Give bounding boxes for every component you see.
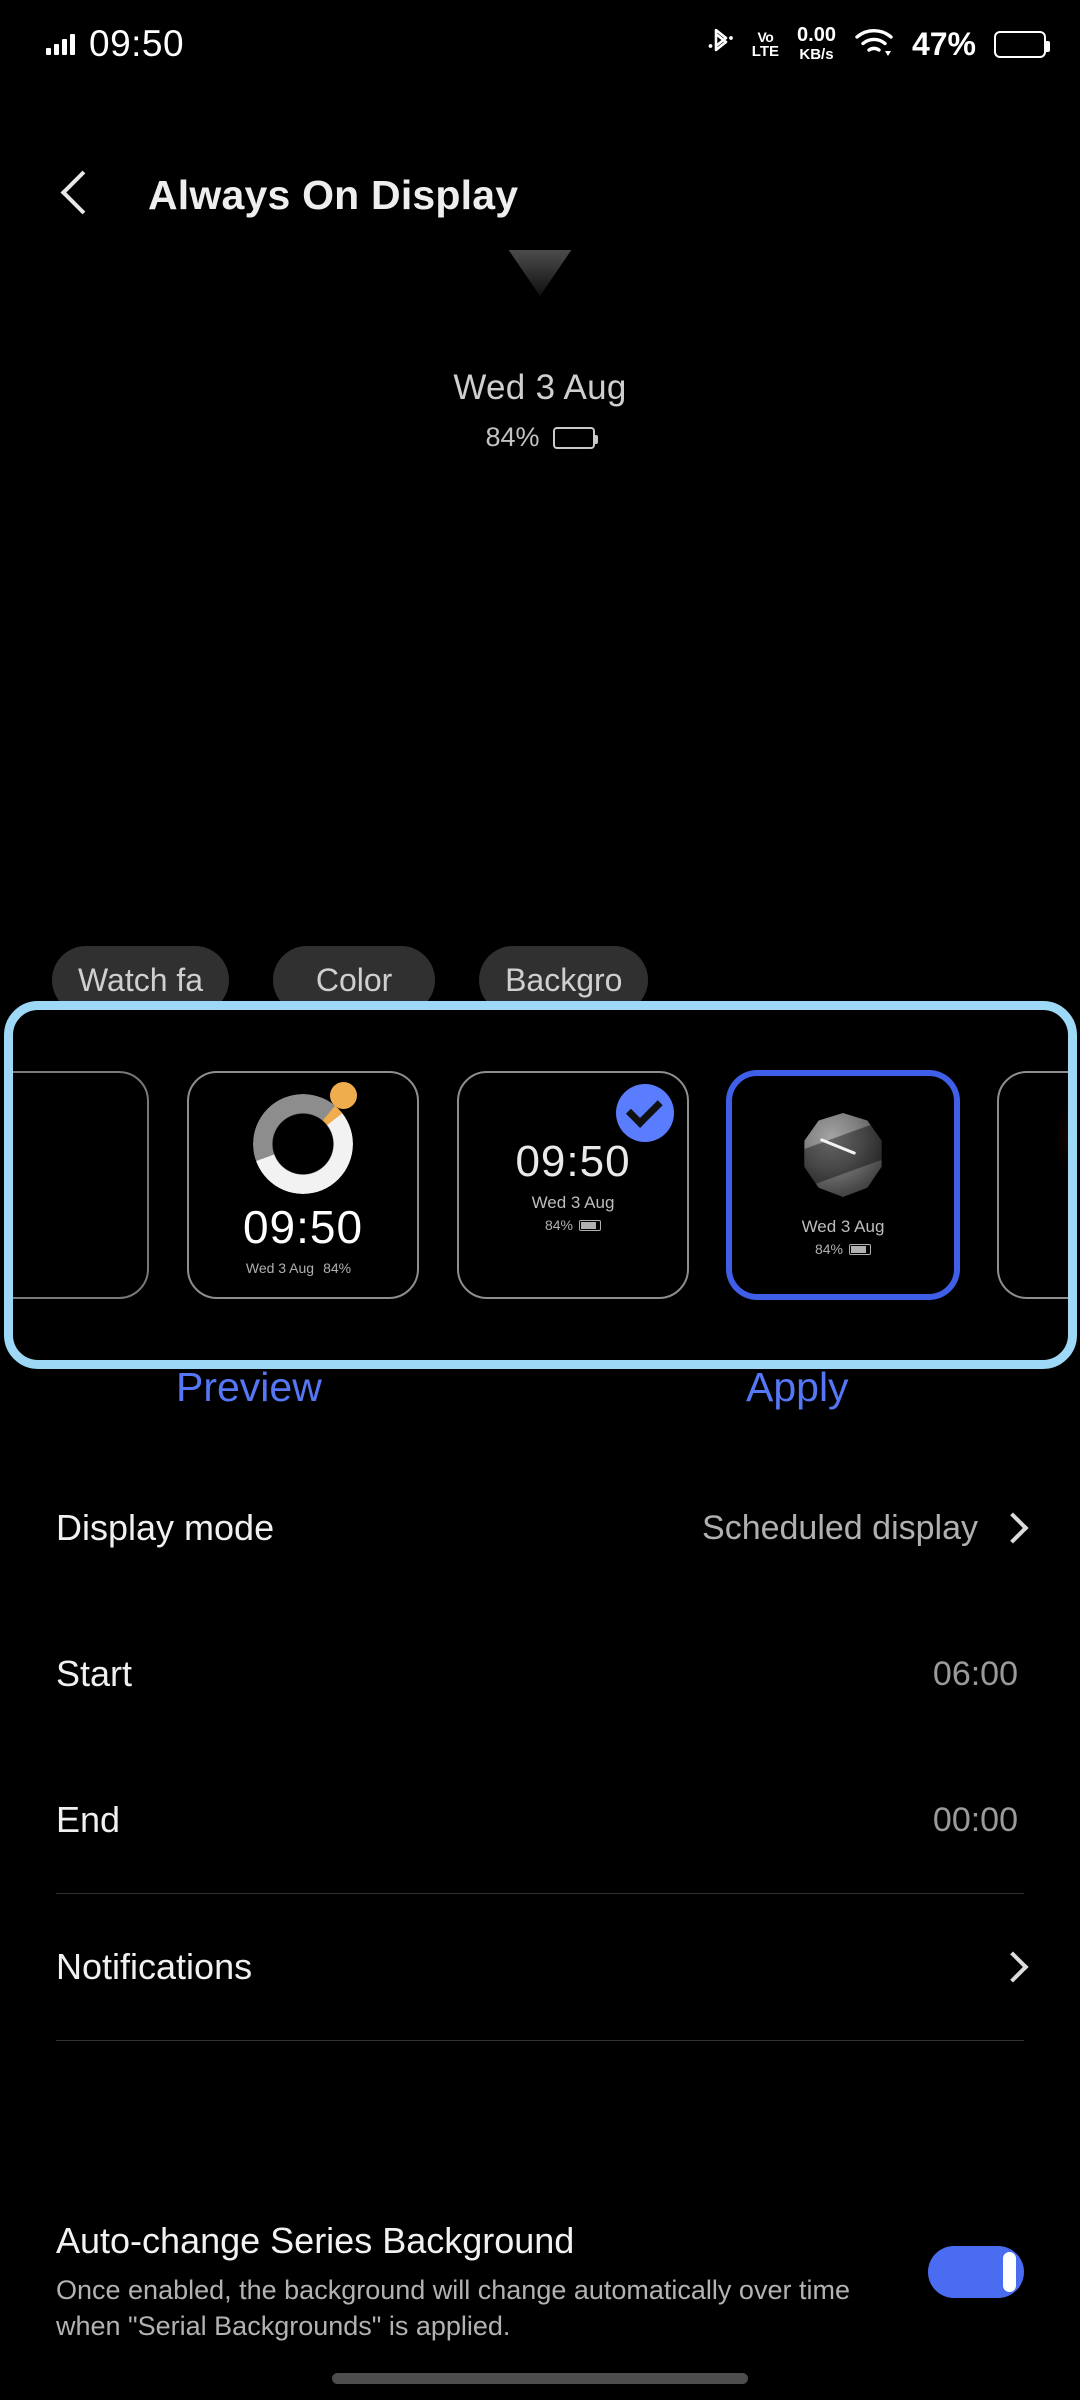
auto-change-texts: Auto-change Series Background Once enabl… [56, 2220, 928, 2345]
action-row: Preview Apply [0, 1350, 1080, 1440]
volte-icon: Vo LTE [751, 28, 780, 60]
watch-face-globe-date: Wed 3 Aug [1072, 1232, 1077, 1252]
watch-face-ring-time: 09:50 [242, 1201, 364, 1253]
preview-battery: 84% [0, 422, 1080, 453]
red-globe-icon [1074, 1099, 1077, 1177]
auto-change-description: Once enabled, the background will change… [56, 2275, 850, 2342]
polyhedron-clock-icon [801, 1113, 885, 1197]
watch-face-ring-battery: 84% [323, 1260, 352, 1276]
preview-button[interactable]: Preview [176, 1364, 322, 1411]
watch-face-digital-date: Wed 3 Aug [531, 1193, 615, 1212]
auto-change-section: Auto-change Series Background Once enabl… [0, 2220, 1080, 2345]
status-bar: 09:50 Vo LTE 0.00 KB/s 47% [0, 0, 1080, 88]
setting-row-notifications[interactable]: Notifications [0, 1894, 1080, 2040]
watch-face-globe-time: 09:50 [1068, 1187, 1069, 1226]
apply-button[interactable]: Apply [746, 1364, 849, 1411]
wifi-icon [854, 27, 894, 62]
watch-face-ring-meta: Wed 3 Aug 84% [246, 1260, 360, 1276]
title-bar: Always On Display [0, 150, 1080, 240]
auto-change-toggle[interactable] [928, 2246, 1024, 2298]
watch-face-digital-battery: 84% [544, 1217, 602, 1233]
watch-face-digital[interactable]: 09:50 Wed 3 Aug 84% [457, 1071, 689, 1299]
watch-face-polyhedron-battery: 84% [814, 1241, 872, 1257]
preview-battery-icon [552, 426, 598, 449]
start-label: Start [56, 1653, 133, 1694]
setting-row-start[interactable]: Start 06:00 [0, 1601, 1080, 1747]
status-bar-left: 09:50 [46, 23, 184, 65]
list-divider-2 [56, 2040, 1024, 2041]
back-button[interactable] [58, 169, 100, 221]
preview-battery-label: 84% [485, 422, 540, 452]
tab-watch-face-label: Watch fa [78, 961, 204, 998]
aod-preview-area: Wed 3 Aug 84% [0, 250, 1080, 940]
watch-face-digital-time: 09:50 [515, 1137, 631, 1186]
setting-row-display-mode[interactable]: Display mode Scheduled display [0, 1455, 1080, 1601]
chevron-right-icon [997, 1951, 1029, 1983]
signal-bars-icon [46, 33, 75, 55]
settings-list: Display mode Scheduled display Start 06:… [0, 1455, 1080, 2041]
end-label: End [56, 1799, 121, 1840]
bluetooth-icon [708, 26, 734, 63]
watch-face-ring-date: Wed 3 Aug [245, 1260, 315, 1276]
notifications-label: Notifications [56, 1946, 253, 1987]
tab-background-label: Backgro [505, 961, 623, 998]
start-value: 06:00 [932, 1654, 1018, 1693]
watch-face-ring[interactable]: 09:50 Wed 3 Aug 84% [187, 1071, 419, 1299]
page-title: Always On Display [148, 171, 519, 218]
ring-progress-icon [253, 1082, 357, 1194]
auto-change-title: Auto-change Series Background [56, 2220, 575, 2261]
end-value: 00:00 [932, 1800, 1018, 1839]
preview-chevron-icon [480, 250, 600, 296]
network-speed-indicator: 0.00 KB/s [797, 24, 836, 63]
watch-face-globe[interactable]: 09:50 Wed 3 Aug 84% [997, 1071, 1077, 1299]
battery-icon [994, 30, 1050, 58]
setting-row-end[interactable]: End 00:00 [0, 1747, 1080, 1893]
watch-face-digital-battery-label: 84% [544, 1217, 574, 1233]
watch-face-carousel[interactable]: 09:50 Wed 3 Aug 84% 09:50 Wed 3 Aug 84% [13, 1010, 1068, 1360]
watch-face-carousel-highlight: 09:50 Wed 3 Aug 84% 09:50 Wed 3 Aug 84% [4, 1001, 1077, 1369]
preview-date-label: Wed 3 Aug [453, 368, 627, 407]
home-indicator[interactable] [332, 2373, 748, 2384]
tab-color-label: Color [315, 961, 393, 998]
watch-face-polyhedron-battery-label: 84% [814, 1241, 844, 1257]
chevron-right-icon [997, 1512, 1029, 1544]
display-mode-value: Scheduled display [702, 1508, 978, 1547]
watch-face-polyhedron-battery-icon [849, 1243, 872, 1255]
status-bar-clock: 09:50 [89, 23, 185, 64]
battery-percent-label: 47% [911, 25, 976, 62]
watch-face-ghost[interactable] [13, 1071, 149, 1299]
status-bar-right: Vo LTE 0.00 KB/s 47% [708, 24, 1050, 63]
toggle-knob [1003, 2252, 1016, 2292]
display-mode-label: Display mode [56, 1507, 275, 1548]
watch-face-digital-battery-icon [579, 1219, 602, 1231]
watch-face-polyhedron-date: Wed 3 Aug [801, 1217, 885, 1236]
watch-face-polyhedron[interactable]: Wed 3 Aug 84% [727, 1071, 959, 1299]
